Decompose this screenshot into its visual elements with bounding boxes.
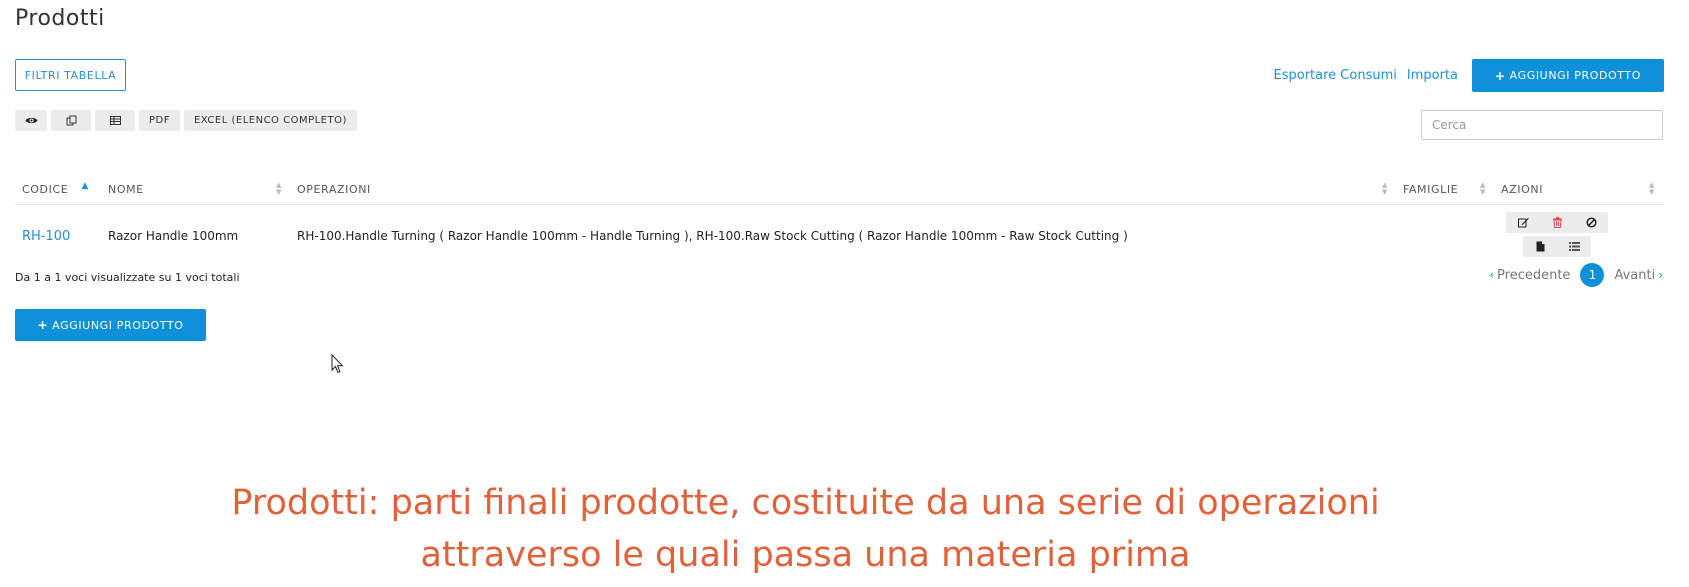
add-product-button-bottom[interactable]: + AGGIUNGI PRODOTTO	[15, 309, 206, 341]
products-table: CODICE ▲ NOME ▲ ▼ OPERAZIONI ▲ ▼ FAMIGLIE …	[15, 174, 1663, 267]
import-link[interactable]: Importa	[1407, 68, 1458, 83]
pdf-button[interactable]: PDF	[139, 110, 180, 131]
page-number-current[interactable]: 1	[1580, 263, 1605, 287]
table-header-row: CODICE ▲ NOME ▲ ▼ OPERAZIONI ▲ ▼ FAMIGLIE …	[15, 174, 1663, 205]
sort-icon: ▲ ▼	[276, 181, 282, 196]
page-title: Prodotti	[15, 6, 105, 31]
product-name: Razor Handle 100mm	[108, 229, 239, 243]
action-buttons	[1501, 212, 1613, 260]
add-product-label: AGGIUNGI PRODOTTO	[1509, 69, 1641, 82]
product-actions	[1494, 205, 1663, 268]
table-icon	[109, 116, 121, 125]
plus-icon: +	[1495, 68, 1506, 83]
copy-icon	[66, 115, 76, 126]
column-header-nome[interactable]: NOME ▲ ▼	[101, 174, 290, 205]
search-input[interactable]	[1421, 110, 1663, 140]
product-operations: RH-100.Handle Turning ( Razor Handle 100…	[297, 229, 1128, 243]
disable-button[interactable]	[1574, 212, 1608, 233]
filter-table-button[interactable]: FILTRI TABELLA	[15, 59, 126, 91]
page: Prodotti FILTRI TABELLA Esportare Consum…	[0, 0, 1689, 587]
chevron-right-icon: ›	[1658, 268, 1663, 282]
column-header-operazioni[interactable]: OPERAZIONI ▲ ▼	[290, 174, 1396, 205]
excel-full-list-button[interactable]: EXCEL (ELENCO COMPLETO)	[183, 110, 357, 131]
copy-button[interactable]	[51, 110, 91, 131]
previous-page-button[interactable]: ‹ Precedente	[1489, 268, 1570, 283]
edit-icon	[1517, 218, 1529, 228]
csv-button[interactable]	[95, 110, 135, 131]
document-icon	[1536, 241, 1544, 252]
table-info: Da 1 a 1 voci visualizzate su 1 voci tot…	[15, 271, 240, 284]
top-actions: Esportare Consumi Importa + AGGIUNGI PRO…	[1274, 59, 1664, 92]
action-row-top	[1506, 212, 1608, 233]
sort-icon: ▲ ▼	[1382, 181, 1388, 196]
column-header-famiglie[interactable]: FAMIGLIE ▲ ▼	[1396, 174, 1494, 205]
export-toolbar: PDF EXCEL (ELENCO COMPLETO)	[15, 110, 357, 131]
delete-icon	[1552, 217, 1562, 228]
product-families	[1396, 205, 1494, 268]
export-consumption-link[interactable]: Esportare Consumi	[1274, 68, 1397, 83]
next-page-button[interactable]: Avanti ›	[1614, 268, 1663, 283]
mouse-cursor-icon	[331, 354, 344, 374]
column-header-codice[interactable]: CODICE ▲	[15, 174, 101, 205]
disable-icon	[1585, 217, 1597, 228]
product-code-link[interactable]: RH-100	[15, 205, 101, 268]
chevron-left-icon: ‹	[1489, 268, 1495, 282]
list-button[interactable]	[1557, 236, 1591, 257]
column-header-azioni[interactable]: AZIONI ▲ ▼	[1494, 174, 1663, 205]
plus-icon: +	[37, 318, 49, 332]
table-row: RH-100 Razor Handle 100mm RH-100.Handle …	[15, 205, 1663, 268]
sort-icon: ▲ ▼	[1480, 181, 1486, 196]
caption-text: Prodotti: parti finali prodotte, costitu…	[231, 483, 1380, 575]
sort-ascending-icon: ▲	[81, 181, 89, 191]
column-visibility-button[interactable]	[15, 110, 47, 131]
add-product-label: AGGIUNGI PRODOTTO	[52, 318, 184, 332]
pagination: ‹ Precedente 1 Avanti ›	[1489, 263, 1663, 287]
eye-icon	[25, 117, 37, 124]
delete-button[interactable]	[1540, 212, 1574, 233]
sort-icon: ▲ ▼	[1649, 181, 1655, 196]
action-row-bottom	[1523, 236, 1591, 257]
document-button[interactable]	[1523, 236, 1557, 257]
edit-button[interactable]	[1506, 212, 1540, 233]
list-icon	[1568, 242, 1580, 251]
add-product-button-top[interactable]: + AGGIUNGI PRODOTTO	[1472, 59, 1664, 92]
